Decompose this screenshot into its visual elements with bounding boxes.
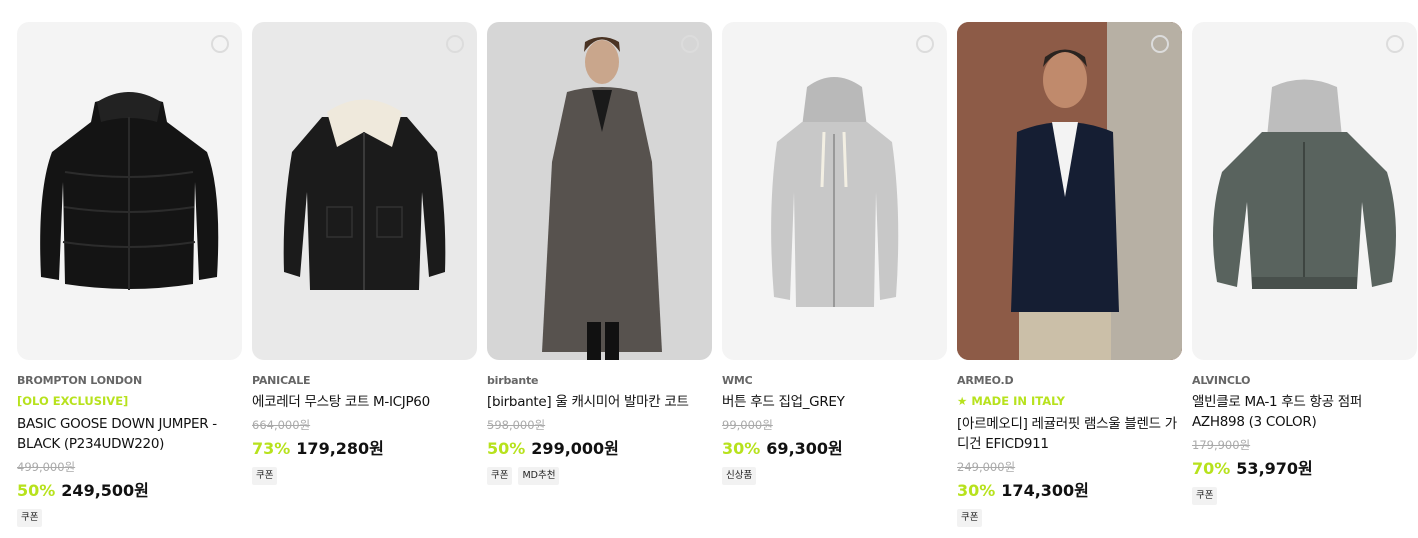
product-brand[interactable]: birbante <box>487 373 712 389</box>
coupon-badge: 쿠폰 <box>17 509 43 527</box>
product-card[interactable]: BROMPTON LONDON [OLO EXCLUSIVE] BASIC GO… <box>17 22 242 527</box>
wishlist-toggle-icon[interactable] <box>681 35 699 53</box>
coupon-badge: 쿠폰 <box>252 467 278 485</box>
product-image[interactable] <box>487 22 712 360</box>
black-puffer-jacket-image <box>40 92 219 290</box>
discount-rate: 70% <box>1192 459 1231 478</box>
product-tag: [OLO EXCLUSIVE] <box>17 394 129 408</box>
wishlist-toggle-icon[interactable] <box>916 35 934 53</box>
discount-rate: 50% <box>17 481 56 500</box>
product-card[interactable]: WMC 버튼 후드 집업_GREY 99,000원 30% 69,300원 신상… <box>722 22 947 527</box>
product-card[interactable]: ARMEO.D ★ MADE IN ITALY [아르메오디] 레귤러핏 램스울… <box>957 22 1182 527</box>
new-arrival-badge: 신상품 <box>722 467 757 485</box>
model-navy-cardigan-image <box>957 22 1182 360</box>
discount-rate: 30% <box>957 481 996 500</box>
original-price: 664,000원 <box>252 418 311 432</box>
product-brand[interactable]: PANICALE <box>252 373 477 389</box>
product-name[interactable]: 버튼 후드 집업_GREY <box>722 392 947 412</box>
khaki-ma1-hooded-bomber-image <box>1213 79 1396 289</box>
product-image[interactable] <box>722 22 947 360</box>
original-price: 179,900원 <box>1192 438 1251 452</box>
black-leather-shearling-coat-image <box>283 99 446 290</box>
product-brand[interactable]: BROMPTON LONDON <box>17 373 242 389</box>
sale-price: 299,000원 <box>531 439 619 458</box>
product-tag: ★ MADE IN ITALY <box>957 394 1065 408</box>
discount-rate: 73% <box>252 439 291 458</box>
model-grey-long-coat-image <box>542 37 662 360</box>
product-brand[interactable]: ALVINCLO <box>1192 373 1417 389</box>
original-price: 99,000원 <box>722 418 773 432</box>
sale-price: 179,280원 <box>296 439 384 458</box>
grey-zip-hoodie-image <box>771 77 899 307</box>
coupon-badge: 쿠폰 <box>1192 487 1218 505</box>
original-price: 499,000원 <box>17 460 76 474</box>
coupon-badge: 쿠폰 <box>957 509 983 527</box>
product-image[interactable] <box>1192 22 1417 360</box>
wishlist-toggle-icon[interactable] <box>1386 35 1404 53</box>
wishlist-toggle-icon[interactable] <box>446 35 464 53</box>
md-pick-badge: MD추천 <box>518 467 560 485</box>
product-image[interactable] <box>17 22 242 360</box>
product-image[interactable] <box>957 22 1182 360</box>
product-brand[interactable]: ARMEO.D <box>957 373 1182 389</box>
product-image[interactable] <box>252 22 477 360</box>
product-name[interactable]: 앨빈클로 MA-1 후드 항공 점퍼 AZH898 (3 COLOR) <box>1192 392 1417 432</box>
product-card[interactable]: ALVINCLO 앨빈클로 MA-1 후드 항공 점퍼 AZH898 (3 CO… <box>1192 22 1417 527</box>
discount-rate: 30% <box>722 439 761 458</box>
wishlist-toggle-icon[interactable] <box>1151 35 1169 53</box>
product-grid: BROMPTON LONDON [OLO EXCLUSIVE] BASIC GO… <box>17 22 1417 527</box>
coupon-badge: 쿠폰 <box>487 467 513 485</box>
original-price: 598,000원 <box>487 418 546 432</box>
product-name[interactable]: BASIC GOOSE DOWN JUMPER - BLACK (P234UDW… <box>17 414 242 454</box>
sale-price: 249,500원 <box>61 481 149 500</box>
product-card[interactable]: PANICALE 에코레더 무스탕 코트 M-ICJP60 664,000원 7… <box>252 22 477 527</box>
product-brand[interactable]: WMC <box>722 373 947 389</box>
wishlist-toggle-icon[interactable] <box>211 35 229 53</box>
original-price: 249,000원 <box>957 460 1016 474</box>
sale-price: 53,970원 <box>1236 459 1313 478</box>
product-name[interactable]: 에코레더 무스탕 코트 M-ICJP60 <box>252 392 477 412</box>
discount-rate: 50% <box>487 439 526 458</box>
product-name[interactable]: [birbante] 울 캐시미어 발마칸 코트 <box>487 392 712 412</box>
product-card[interactable]: birbante [birbante] 울 캐시미어 발마칸 코트 598,00… <box>487 22 712 527</box>
product-name[interactable]: [아르메오디] 레귤러핏 램스울 블렌드 가디건 EFICD911 <box>957 414 1182 454</box>
sale-price: 174,300원 <box>1001 481 1089 500</box>
sale-price: 69,300원 <box>766 439 843 458</box>
